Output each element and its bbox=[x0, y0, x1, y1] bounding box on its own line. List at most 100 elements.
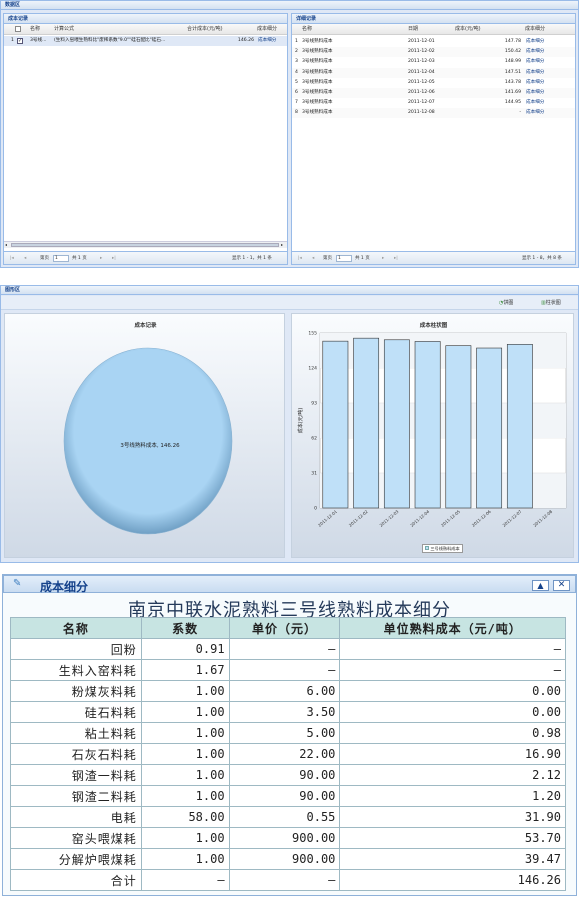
bar[interactable] bbox=[353, 337, 380, 509]
row-unit-cost: 2.12 bbox=[339, 764, 566, 786]
row-unit-cost: 1.20 bbox=[339, 785, 566, 807]
table-row[interactable]: 1 3号线熟料成本 2011-12-01 147.78 成本细分 bbox=[292, 37, 575, 47]
select-all-checkbox[interactable] bbox=[15, 26, 21, 32]
row-name: 3号线熟料成本 bbox=[302, 110, 333, 116]
page-label: 第页 bbox=[40, 256, 49, 261]
table-row: 钢渣一料耗 1.00 90.00 2.12 bbox=[10, 764, 566, 786]
row-unit-cost: 39.47 bbox=[339, 848, 566, 870]
row-number: 2 bbox=[295, 49, 298, 55]
bar[interactable] bbox=[322, 340, 349, 509]
row-detail-link[interactable]: 成本细分 bbox=[526, 57, 544, 67]
first-page-icon[interactable]: |◂ bbox=[10, 252, 14, 265]
col-cost[interactable]: 成本(元/吨) bbox=[455, 24, 481, 35]
first-page-icon[interactable]: |◂ bbox=[298, 252, 302, 265]
row-date: 2011-12-06 bbox=[408, 90, 435, 95]
x-tick-label: 2011-12-05 bbox=[440, 509, 461, 528]
row-date: 2011-12-03 bbox=[408, 59, 435, 65]
row-unit-price: 0.55 bbox=[228, 806, 341, 828]
col-name[interactable]: 名称 bbox=[302, 24, 312, 35]
row-number: 3 bbox=[295, 59, 298, 65]
table-row[interactable]: 2 3号线熟料成本 2011-12-02 150.42 成本细分 bbox=[292, 47, 575, 58]
bar[interactable] bbox=[476, 347, 503, 509]
row-detail-link[interactable]: 成本细分 bbox=[526, 78, 544, 88]
y-tick-label: 93 bbox=[311, 401, 317, 407]
row-detail-link[interactable]: 成本细分 bbox=[526, 68, 544, 78]
row-coefficient: 1.00 bbox=[140, 743, 230, 765]
next-page-icon[interactable]: ▸ bbox=[382, 252, 384, 265]
x-tick-label: 2011-12-08 bbox=[532, 509, 553, 528]
row-name: 合计 bbox=[10, 869, 142, 891]
bar-chart-button[interactable]: ▥柱状图 bbox=[541, 299, 561, 308]
row-coefficient: 1.00 bbox=[140, 848, 230, 870]
row-unit-cost: 0.00 bbox=[339, 680, 566, 702]
x-tick-label: 2011-12-01 bbox=[317, 509, 338, 528]
bar[interactable] bbox=[414, 341, 441, 509]
row-name: 钢渣二料耗 bbox=[10, 785, 142, 807]
row-detail-link[interactable]: 成本细分 bbox=[258, 36, 276, 46]
page-number-input[interactable]: 1 bbox=[53, 255, 69, 262]
chart-toolbar: ◔饼图 ▥柱状图 bbox=[1, 296, 578, 310]
col-formula[interactable]: 计算公式 bbox=[54, 24, 74, 35]
table-row[interactable]: 8 3号线熟料成本 2011-12-08 - 成本细分 bbox=[292, 108, 575, 119]
horizontal-scrollbar[interactable]: ◂ ▸ bbox=[4, 241, 287, 248]
row-unit-cost: 0.98 bbox=[339, 722, 566, 744]
scroll-thumb[interactable] bbox=[11, 243, 279, 247]
row-detail-link[interactable]: 成本细分 bbox=[526, 88, 544, 98]
table-row: 合计 – –146.26 bbox=[10, 869, 566, 891]
row-unit-cost: 16.90 bbox=[339, 743, 566, 765]
table-row: 粉煤灰料耗 1.00 6.00 0.00 bbox=[10, 680, 566, 702]
row-detail-link[interactable]: 成本细分 bbox=[526, 98, 544, 108]
last-page-icon[interactable]: ▸| bbox=[394, 252, 398, 265]
prev-page-icon[interactable]: ◂ bbox=[312, 252, 314, 265]
scroll-left-icon[interactable]: ◂ bbox=[5, 243, 7, 247]
row-coefficient: 1.00 bbox=[140, 680, 230, 702]
pie-chart-button[interactable]: ◔饼图 bbox=[499, 299, 513, 308]
row-date: 2011-12-05 bbox=[408, 79, 435, 85]
collapse-icon[interactable]: ▲ bbox=[532, 580, 549, 591]
table-row[interactable]: 7 3号线熟料成本 2011-12-07 144.95 成本细分 bbox=[292, 98, 575, 108]
close-icon[interactable]: ✕ bbox=[553, 580, 570, 591]
y-tick-label: 0 bbox=[314, 506, 317, 512]
cost-record-grid: 成本记录 名称 计算公式 合计成本(元/吨) 成本细分 1 ✓ 3号线... (… bbox=[3, 13, 288, 265]
table-row[interactable]: 3 3号线熟料成本 2011-12-03 148.99 成本细分 bbox=[292, 57, 575, 67]
detail-rows: 1 3号线熟料成本 2011-12-01 147.78 成本细分 2 3号线熟料成本 2011… bbox=[292, 37, 575, 137]
data-panel: 数据区 成本记录 名称 计算公式 合计成本(元/吨) 成本细分 1 ✓ 3号线.… bbox=[0, 0, 579, 268]
last-page-icon[interactable]: ▸| bbox=[112, 252, 116, 265]
next-page-icon[interactable]: ▸ bbox=[100, 252, 102, 265]
row-name: 回粉 bbox=[10, 638, 142, 660]
row-name: 3号线熟料成本 bbox=[302, 59, 333, 65]
detail-record-title: 详细记录 bbox=[292, 14, 575, 24]
row-cost: 141.69 bbox=[504, 90, 521, 95]
table-row[interactable]: 5 3号线熟料成本 2011-12-05 143.78 成本细分 bbox=[292, 78, 575, 88]
col-date[interactable]: 日期 bbox=[408, 24, 418, 35]
row-unit-price: 900.00 bbox=[228, 848, 341, 870]
row-detail-link[interactable]: 成本细分 bbox=[526, 37, 544, 47]
col-total[interactable]: 合计成本(元/吨) bbox=[187, 24, 223, 35]
page-number-input[interactable]: 1 bbox=[336, 255, 352, 262]
row-detail-link[interactable]: 成本细分 bbox=[526, 47, 544, 57]
bar[interactable] bbox=[506, 344, 533, 509]
row-checkbox[interactable]: ✓ bbox=[17, 38, 23, 44]
table-row[interactable]: 1 ✓ 3号线... (生料入窑喂生熟料比"废稀系数"9.0""硅石配比"硅石.… bbox=[4, 36, 287, 46]
row-name: 3号线熟料成本 bbox=[302, 90, 333, 95]
col-name[interactable]: 名称 bbox=[30, 24, 40, 35]
col-detail[interactable]: 成本细分 bbox=[525, 24, 545, 35]
scroll-right-icon[interactable]: ▸ bbox=[281, 243, 283, 247]
row-date: 2011-12-07 bbox=[408, 100, 435, 106]
row-detail-link[interactable]: 成本细分 bbox=[526, 108, 544, 118]
table-row[interactable]: 6 3号线熟料成本 2011-12-06 141.69 成本细分 bbox=[292, 88, 575, 98]
row-total: 146.26 bbox=[237, 38, 254, 43]
row-cost: 143.78 bbox=[504, 79, 521, 85]
bar[interactable] bbox=[383, 339, 410, 509]
table-row[interactable]: 4 3号线熟料成本 2011-12-04 147.51 成本细分 bbox=[292, 67, 575, 78]
data-panel-title: 数据区 bbox=[1, 1, 578, 10]
pie-chart bbox=[63, 347, 233, 535]
bar[interactable] bbox=[445, 345, 472, 509]
table-row: 电耗 58.00 0.55 31.90 bbox=[10, 806, 566, 828]
row-coefficient: 1.00 bbox=[140, 701, 230, 723]
prev-page-icon[interactable]: ◂ bbox=[24, 252, 26, 265]
table-row: 钢渣二料耗 1.00 90.00 1.20 bbox=[10, 785, 566, 807]
table-row: 生料入窑料耗 1.67– – bbox=[10, 659, 566, 681]
table-row: 硅石料耗 1.00 3.50 0.00 bbox=[10, 701, 566, 723]
col-detail[interactable]: 成本细分 bbox=[257, 24, 277, 35]
